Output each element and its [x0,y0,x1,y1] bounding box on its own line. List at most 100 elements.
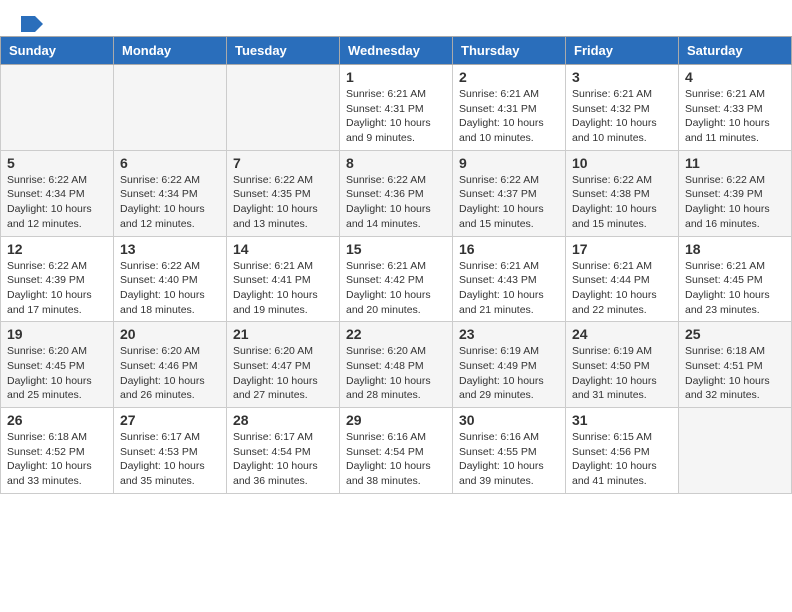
day-number: 12 [7,241,107,257]
logo-bird-icon [21,16,43,32]
day-info: Sunrise: 6:21 AMSunset: 4:31 PMDaylight:… [459,87,559,146]
header [0,0,792,36]
col-tuesday: Tuesday [227,37,340,65]
day-number: 28 [233,412,333,428]
calendar-cell: 2 Sunrise: 6:21 AMSunset: 4:31 PMDaylight… [453,65,566,151]
page-container: Sunday Monday Tuesday Wednesday Thursday… [0,0,792,494]
day-info: Sunrise: 6:19 AMSunset: 4:50 PMDaylight:… [572,344,672,403]
day-info: Sunrise: 6:16 AMSunset: 4:54 PMDaylight:… [346,430,446,489]
calendar-cell: 6Sunrise: 6:22 AMSunset: 4:34 PMDaylight… [114,150,227,236]
title-section [44,16,772,18]
calendar-cell: 8 Sunrise: 6:22 AMSunset: 4:36 PMDaylight… [340,150,453,236]
day-info: Sunrise: 6:20 AMSunset: 4:47 PMDaylight:… [233,344,333,403]
day-number: 3 [572,69,672,85]
col-wednesday: Wednesday [340,37,453,65]
day-info: Sunrise: 6:20 AMSunset: 4:46 PMDaylight:… [120,344,220,403]
calendar-week-3: 12 Sunrise: 6:22 AMSunset: 4:39 PMDayligh… [1,236,792,322]
day-number: 27 [120,412,220,428]
calendar-cell [114,65,227,151]
day-number: 20 [120,326,220,342]
day-info: Sunrise: 6:22 AMSunset: 4:39 PMDaylight:… [7,259,107,318]
day-info: Sunrise: 6:20 AMSunset: 4:48 PMDaylight:… [346,344,446,403]
calendar-cell: 5Sunrise: 6:22 AMSunset: 4:34 PMDaylight… [1,150,114,236]
day-number: 7 [233,155,333,171]
calendar-cell: 13 Sunrise: 6:22 AMSunset: 4:40 PMDayligh… [114,236,227,322]
calendar-cell: 16 Sunrise: 6:21 AMSunset: 4:43 PMDayligh… [453,236,566,322]
day-info: Sunrise: 6:21 AMSunset: 4:42 PMDaylight:… [346,259,446,318]
calendar-cell: 23 Sunrise: 6:19 AMSunset: 4:49 PMDayligh… [453,322,566,408]
calendar-cell [679,408,792,494]
calendar-cell: 1Sunrise: 6:21 AMSunset: 4:31 PMDaylight… [340,65,453,151]
day-number: 13 [120,241,220,257]
day-info: Sunrise: 6:17 AMSunset: 4:53 PMDaylight:… [120,430,220,489]
day-number: 23 [459,326,559,342]
day-number: 16 [459,241,559,257]
day-info: Sunrise: 6:20 AMSunset: 4:45 PMDaylight:… [7,344,107,403]
day-number: 9 [459,155,559,171]
day-info: Sunrise: 6:18 AMSunset: 4:52 PMDaylight:… [7,430,107,489]
calendar-cell: 20 Sunrise: 6:20 AMSunset: 4:46 PMDayligh… [114,322,227,408]
day-number: 25 [685,326,785,342]
col-monday: Monday [114,37,227,65]
calendar: Sunday Monday Tuesday Wednesday Thursday… [0,36,792,494]
calendar-cell: 25 Sunrise: 6:18 AMSunset: 4:51 PMDayligh… [679,322,792,408]
calendar-cell: 4 Sunrise: 6:21 AMSunset: 4:33 PMDaylight… [679,65,792,151]
col-friday: Friday [566,37,679,65]
calendar-cell: 30 Sunrise: 6:16 AMSunset: 4:55 PMDayligh… [453,408,566,494]
day-number: 15 [346,241,446,257]
day-number: 10 [572,155,672,171]
calendar-cell: 22 Sunrise: 6:20 AMSunset: 4:48 PMDayligh… [340,322,453,408]
calendar-cell: 24Sunrise: 6:19 AMSunset: 4:50 PMDayligh… [566,322,679,408]
col-sunday: Sunday [1,37,114,65]
day-info: Sunrise: 6:21 AMSunset: 4:41 PMDaylight:… [233,259,333,318]
day-info: Sunrise: 6:18 AMSunset: 4:51 PMDaylight:… [685,344,785,403]
day-info: Sunrise: 6:16 AMSunset: 4:55 PMDaylight:… [459,430,559,489]
calendar-cell: 3 Sunrise: 6:21 AMSunset: 4:32 PMDaylight… [566,65,679,151]
calendar-cell: 17 Sunrise: 6:21 AMSunset: 4:44 PMDayligh… [566,236,679,322]
day-number: 2 [459,69,559,85]
day-number: 17 [572,241,672,257]
day-number: 19 [7,326,107,342]
day-info: Sunrise: 6:21 AMSunset: 4:31 PMDaylight:… [346,87,446,146]
calendar-cell: 10 Sunrise: 6:22 AMSunset: 4:38 PMDayligh… [566,150,679,236]
day-number: 31 [572,412,672,428]
day-number: 30 [459,412,559,428]
day-info: Sunrise: 6:22 AMSunset: 4:38 PMDaylight:… [572,173,672,232]
day-number: 18 [685,241,785,257]
day-number: 26 [7,412,107,428]
calendar-week-1: 1Sunrise: 6:21 AMSunset: 4:31 PMDaylight… [1,65,792,151]
day-number: 4 [685,69,785,85]
logo [20,16,44,28]
day-info: Sunrise: 6:21 AMSunset: 4:33 PMDaylight:… [685,87,785,146]
day-number: 11 [685,155,785,171]
day-number: 22 [346,326,446,342]
day-info: Sunrise: 6:21 AMSunset: 4:44 PMDaylight:… [572,259,672,318]
day-number: 5 [7,155,107,171]
calendar-cell: 29 Sunrise: 6:16 AMSunset: 4:54 PMDayligh… [340,408,453,494]
calendar-cell: 27 Sunrise: 6:17 AMSunset: 4:53 PMDayligh… [114,408,227,494]
day-info: Sunrise: 6:22 AMSunset: 4:40 PMDaylight:… [120,259,220,318]
day-info: Sunrise: 6:15 AMSunset: 4:56 PMDaylight:… [572,430,672,489]
calendar-cell: 18 Sunrise: 6:21 AMSunset: 4:45 PMDayligh… [679,236,792,322]
day-info: Sunrise: 6:21 AMSunset: 4:32 PMDaylight:… [572,87,672,146]
calendar-cell: 12 Sunrise: 6:22 AMSunset: 4:39 PMDayligh… [1,236,114,322]
day-info: Sunrise: 6:22 AMSunset: 4:36 PMDaylight:… [346,173,446,232]
calendar-cell: 28Sunrise: 6:17 AMSunset: 4:54 PMDayligh… [227,408,340,494]
day-info: Sunrise: 6:22 AMSunset: 4:34 PMDaylight:… [120,173,220,232]
col-saturday: Saturday [679,37,792,65]
calendar-cell: 15 Sunrise: 6:21 AMSunset: 4:42 PMDayligh… [340,236,453,322]
day-info: Sunrise: 6:22 AMSunset: 4:39 PMDaylight:… [685,173,785,232]
calendar-cell: 14 Sunrise: 6:21 AMSunset: 4:41 PMDayligh… [227,236,340,322]
day-number: 29 [346,412,446,428]
day-info: Sunrise: 6:21 AMSunset: 4:45 PMDaylight:… [685,259,785,318]
calendar-cell: 21Sunrise: 6:20 AMSunset: 4:47 PMDayligh… [227,322,340,408]
calendar-cell: 26 Sunrise: 6:18 AMSunset: 4:52 PMDayligh… [1,408,114,494]
calendar-cell [1,65,114,151]
day-info: Sunrise: 6:19 AMSunset: 4:49 PMDaylight:… [459,344,559,403]
day-info: Sunrise: 6:22 AMSunset: 4:35 PMDaylight:… [233,173,333,232]
day-info: Sunrise: 6:21 AMSunset: 4:43 PMDaylight:… [459,259,559,318]
day-number: 8 [346,155,446,171]
calendar-cell: 7 Sunrise: 6:22 AMSunset: 4:35 PMDaylight… [227,150,340,236]
day-number: 14 [233,241,333,257]
header-row: Sunday Monday Tuesday Wednesday Thursday… [1,37,792,65]
